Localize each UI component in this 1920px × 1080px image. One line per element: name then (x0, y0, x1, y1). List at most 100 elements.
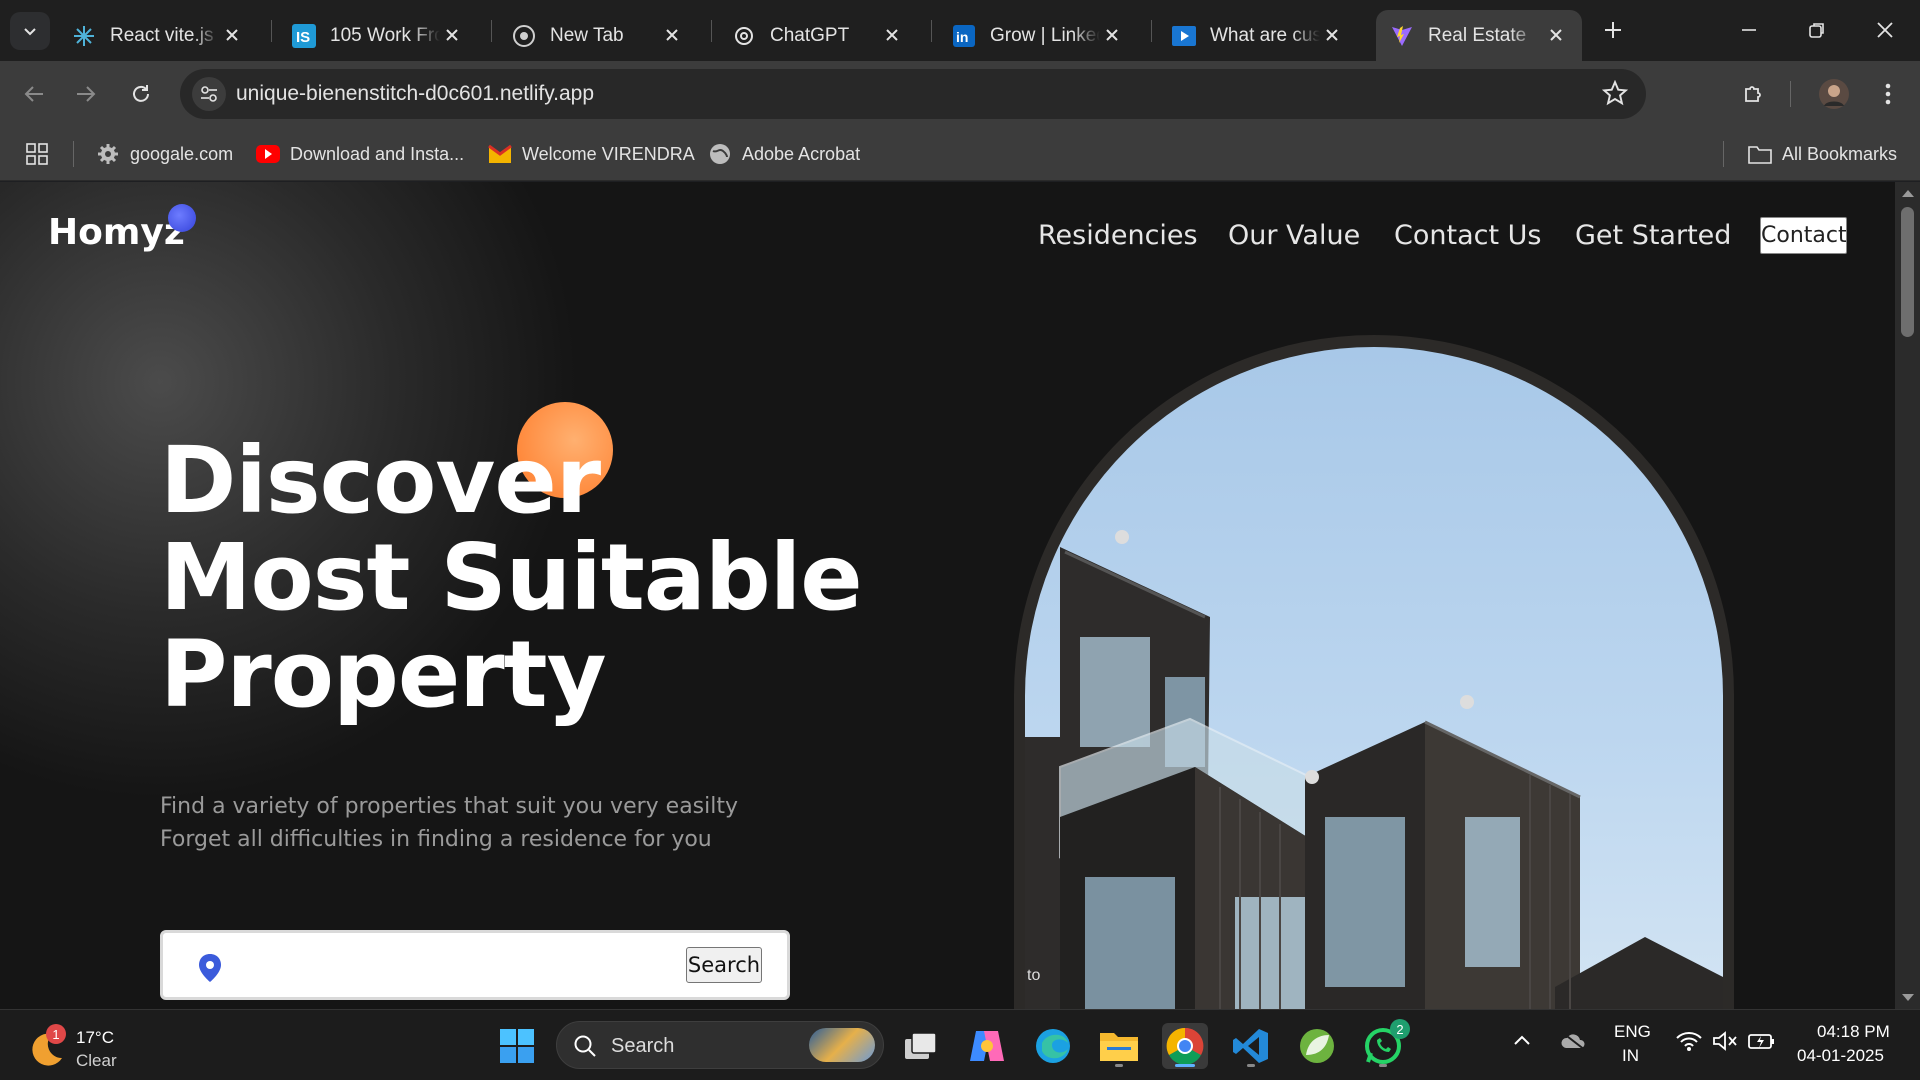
bookmark-download[interactable]: Download and Insta... (256, 139, 464, 169)
nav-contact-us[interactable]: Contact Us (1394, 220, 1541, 251)
close-window-button[interactable] (1860, 10, 1910, 50)
close-icon[interactable] (1544, 23, 1568, 47)
close-icon[interactable] (220, 23, 244, 47)
close-icon[interactable] (1320, 23, 1344, 47)
restore-button[interactable] (1792, 10, 1842, 50)
task-view-button[interactable] (898, 1023, 944, 1069)
chrome-app[interactable] (1162, 1023, 1208, 1069)
tab-title: Grow | LinkedIn (990, 24, 1100, 46)
search-button[interactable]: Search (686, 947, 762, 983)
all-bookmarks-button[interactable]: All Bookmarks (1748, 139, 1897, 169)
reload-icon (133, 85, 149, 102)
tab-linkedin[interactable]: in Grow | LinkedIn (938, 10, 1138, 61)
tab-title: ChatGPT (770, 24, 850, 46)
chevron-down-icon (24, 28, 36, 36)
more-vert-icon (1885, 83, 1891, 105)
file-explorer-app[interactable] (1096, 1023, 1142, 1069)
extensions-button[interactable] (1734, 74, 1774, 114)
tab-new-tab[interactable]: New Tab (498, 10, 698, 61)
language-label-2[interactable]: IN (1622, 1046, 1639, 1066)
weather-badge: 1 (46, 1024, 66, 1044)
scroll-down-icon[interactable] (1902, 994, 1914, 1001)
cloud-offline-icon[interactable] (1560, 1030, 1588, 1057)
nav-residencies[interactable]: Residencies (1038, 220, 1198, 251)
notification-badge: 2 (1390, 1019, 1410, 1039)
language-label-1[interactable]: ENG (1614, 1022, 1651, 1042)
bookmark-welcome[interactable]: Welcome VIRENDRA (488, 139, 695, 169)
forward-button[interactable] (66, 74, 106, 114)
close-icon (1877, 22, 1893, 38)
vite-icon (1390, 24, 1414, 48)
tab-what-are-custom[interactable]: What are custom (1158, 10, 1358, 61)
svg-text:in: in (956, 29, 968, 45)
bookmark-adobe[interactable]: Adobe Acrobat (708, 139, 860, 169)
nav-our-value[interactable]: Our Value (1228, 220, 1360, 251)
wifi-icon[interactable] (1676, 1030, 1702, 1057)
reload-button[interactable] (121, 74, 161, 114)
taskbar-search-label: Search (611, 1035, 675, 1057)
site-logo[interactable]: Homyz (48, 212, 185, 253)
back-button[interactable] (14, 74, 54, 114)
contact-button[interactable]: Contact (1760, 217, 1847, 254)
windows-icon (500, 1029, 534, 1063)
copilot-app[interactable] (964, 1023, 1010, 1069)
tab-search-button[interactable] (10, 12, 50, 50)
close-icon[interactable] (1100, 23, 1124, 47)
taskbar-search[interactable]: Search (556, 1021, 884, 1069)
close-icon[interactable] (880, 23, 904, 47)
weather-temp: 17°C (76, 1028, 114, 1047)
tab-work-from-home[interactable]: IS 105 Work From Home (278, 10, 478, 61)
edge-app[interactable] (1030, 1023, 1076, 1069)
bookmark-label: Welcome VIRENDRA (522, 143, 695, 164)
avatar (1819, 79, 1849, 109)
vscode-app[interactable] (1228, 1023, 1274, 1069)
copilot-icon (970, 1031, 1004, 1061)
task-view-icon (905, 1032, 937, 1059)
chrome-icon (1166, 1027, 1204, 1065)
linkedin-icon: in (952, 24, 976, 48)
youtube-icon (256, 142, 280, 166)
clock-date[interactable]: 04-01-2025 (1797, 1046, 1884, 1066)
tab-strip: React vite.js pro IS 105 Work From Home … (0, 0, 1920, 61)
weather-widget[interactable]: 1 17°C Clear (26, 1024, 166, 1070)
scroll-up-icon[interactable] (1902, 190, 1914, 197)
puzzle-icon (1745, 86, 1761, 102)
close-icon[interactable] (660, 23, 684, 47)
spring-tools-app[interactable] (1294, 1023, 1340, 1069)
speaker-muted-icon[interactable] (1712, 1030, 1738, 1057)
minimize-button[interactable] (1724, 10, 1774, 50)
nav-get-started[interactable]: Get Started (1575, 220, 1731, 251)
tab-title: New Tab (550, 24, 624, 46)
tab-real-estate[interactable]: Real Estate (1376, 10, 1582, 61)
chevron-up-icon (1514, 1035, 1530, 1045)
sparkle-icon (72, 24, 96, 48)
browser-toolbar: unique-bienenstitch-d0c601.netlify.app (0, 61, 1920, 127)
show-hidden-icons-button[interactable] (1512, 1030, 1532, 1055)
whatsapp-app[interactable]: 2 (1360, 1019, 1410, 1069)
profile-avatar[interactable] (1814, 74, 1854, 114)
clock-time[interactable]: 04:18 PM (1817, 1022, 1890, 1042)
scrollbar-thumb[interactable] (1901, 207, 1914, 337)
apps-button[interactable] (26, 139, 48, 169)
menu-button[interactable] (1868, 74, 1908, 114)
bookmark-label: Adobe Acrobat (742, 143, 861, 164)
apps-grid-icon (26, 143, 48, 165)
battery-icon[interactable] (1748, 1030, 1776, 1057)
bookmark-label: googale.com (130, 143, 234, 164)
web-page: Homyz Residencies Our Value Contact Us G… (0, 182, 1895, 1009)
address-bar[interactable]: unique-bienenstitch-d0c601.netlify.app (180, 69, 1646, 119)
bookmark-star-icon[interactable] (1601, 79, 1629, 111)
weather-text: Clear (76, 1051, 117, 1070)
restore-icon (1809, 23, 1824, 38)
site-info-button[interactable] (192, 77, 226, 111)
start-button[interactable] (494, 1023, 540, 1069)
image-overlay-text: to (1027, 967, 1041, 984)
new-tab-button[interactable] (1588, 10, 1638, 50)
bookmark-googale[interactable]: googale.com (96, 139, 233, 169)
tab-chatgpt[interactable]: ChatGPT (718, 10, 918, 61)
page-scrollbar[interactable] (1895, 182, 1920, 1009)
tab-react-vite[interactable]: React vite.js pro (58, 10, 258, 61)
search-highlight-image (809, 1028, 875, 1062)
url-text[interactable]: unique-bienenstitch-d0c601.netlify.app (236, 82, 594, 106)
close-icon[interactable] (440, 23, 464, 47)
